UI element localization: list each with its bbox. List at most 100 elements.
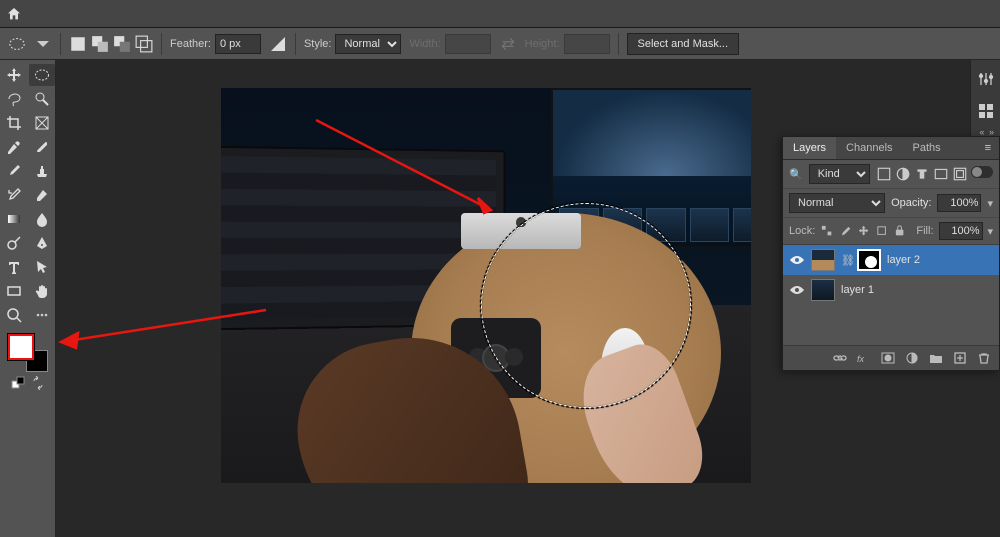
link-layers-icon[interactable] bbox=[833, 351, 847, 365]
history-brush-tool-icon[interactable] bbox=[1, 184, 27, 206]
edit-toolbar-icon[interactable] bbox=[29, 304, 55, 326]
pen-tool-icon[interactable] bbox=[29, 232, 55, 254]
type-tool-icon[interactable] bbox=[1, 256, 27, 278]
filter-kind-select[interactable]: Kind bbox=[809, 164, 870, 184]
style-label: Style: bbox=[304, 38, 332, 50]
application-menubar bbox=[0, 0, 1000, 28]
visibility-toggle-icon[interactable] bbox=[789, 282, 805, 298]
elliptical-marquee-tool-icon[interactable] bbox=[29, 64, 55, 86]
filter-type-icon[interactable] bbox=[914, 166, 930, 182]
layer-name[interactable]: layer 2 bbox=[887, 254, 920, 266]
adjustment-layer-icon[interactable] bbox=[905, 351, 919, 365]
panel-collapse-handle[interactable]: « » bbox=[979, 127, 995, 137]
clone-stamp-tool-icon[interactable] bbox=[29, 160, 55, 182]
layer-list: ⛓ layer 2 layer 1 bbox=[783, 245, 999, 305]
lock-position-icon[interactable] bbox=[857, 224, 870, 238]
lock-transparent-icon[interactable] bbox=[820, 224, 833, 238]
lock-image-icon[interactable] bbox=[839, 224, 852, 238]
delete-layer-icon[interactable] bbox=[977, 351, 991, 365]
select-and-mask-button[interactable]: Select and Mask... bbox=[627, 33, 740, 55]
path-selection-tool-icon[interactable] bbox=[29, 256, 55, 278]
opacity-input[interactable] bbox=[937, 194, 981, 212]
swap-colors-icon[interactable] bbox=[31, 376, 45, 390]
canvas-content bbox=[221, 88, 751, 483]
feather-input[interactable] bbox=[215, 34, 261, 54]
feather-field: Feather: bbox=[170, 34, 261, 54]
filter-pixel-icon[interactable] bbox=[876, 166, 892, 182]
blend-mode-select[interactable]: Normal bbox=[789, 193, 885, 213]
selection-mode-group bbox=[69, 35, 153, 53]
foreground-color-swatch[interactable] bbox=[8, 334, 34, 360]
group-icon[interactable] bbox=[929, 351, 943, 365]
layer-thumbnail[interactable] bbox=[811, 249, 835, 271]
zoom-tool-icon[interactable] bbox=[1, 304, 27, 326]
layers-panel: « » Layers Channels Paths ≡ 🔍 Kind Norma… bbox=[782, 136, 1000, 371]
layer-style-icon[interactable]: fx bbox=[857, 351, 871, 365]
adjustments-dock-icon[interactable] bbox=[977, 70, 995, 88]
brush-tool-icon[interactable] bbox=[1, 160, 27, 182]
opacity-label: Opacity: bbox=[891, 197, 931, 209]
filter-smart-icon[interactable] bbox=[952, 166, 968, 182]
width-label: Width: bbox=[409, 38, 440, 50]
document-canvas[interactable] bbox=[221, 88, 751, 483]
new-selection-icon[interactable] bbox=[69, 35, 87, 53]
styles-dock-icon[interactable] bbox=[977, 102, 995, 120]
hand-tool-icon[interactable] bbox=[29, 280, 55, 302]
layers-panel-footer: fx bbox=[783, 345, 999, 370]
tab-channels[interactable]: Channels bbox=[836, 137, 902, 159]
fill-dropdown-icon[interactable]: ▾ bbox=[988, 225, 994, 238]
separator bbox=[161, 33, 162, 55]
layer-name[interactable]: layer 1 bbox=[841, 284, 874, 296]
subtract-selection-icon[interactable] bbox=[113, 35, 131, 53]
visibility-toggle-icon[interactable] bbox=[789, 252, 805, 268]
lock-artboard-icon[interactable] bbox=[875, 224, 888, 238]
color-swatches bbox=[8, 334, 48, 372]
blend-opacity-row: Normal Opacity: ▾ bbox=[783, 189, 999, 218]
intersect-selection-icon[interactable] bbox=[135, 35, 153, 53]
move-tool-icon[interactable] bbox=[1, 64, 27, 86]
crop-tool-icon[interactable] bbox=[1, 112, 27, 134]
opacity-dropdown-icon[interactable]: ▾ bbox=[987, 197, 993, 210]
tab-layers[interactable]: Layers bbox=[783, 137, 836, 159]
antialias-icon[interactable] bbox=[269, 35, 287, 53]
marquee-selection-indicator bbox=[481, 203, 691, 408]
layer-row[interactable]: ⛓ layer 2 bbox=[783, 245, 999, 275]
eraser-tool-icon[interactable] bbox=[29, 184, 55, 206]
dodge-tool-icon[interactable] bbox=[1, 232, 27, 254]
rectangle-tool-icon[interactable] bbox=[1, 280, 27, 302]
elliptical-marquee-icon[interactable] bbox=[8, 35, 26, 53]
layer-filter-row: 🔍 Kind bbox=[783, 160, 999, 189]
swap-dimensions-icon bbox=[499, 35, 517, 53]
filter-shape-icon[interactable] bbox=[933, 166, 949, 182]
healing-brush-tool-icon[interactable] bbox=[29, 136, 55, 158]
tools-panel bbox=[0, 60, 56, 537]
lock-all-icon[interactable] bbox=[893, 224, 906, 238]
add-mask-icon[interactable] bbox=[881, 351, 895, 365]
options-bar: Feather: Style: Normal Width: Height: Se… bbox=[0, 28, 1000, 60]
tool-preset-dropdown-icon[interactable] bbox=[34, 35, 52, 53]
lasso-tool-icon[interactable] bbox=[1, 88, 27, 110]
layer-mask-thumbnail[interactable] bbox=[857, 249, 881, 271]
layer-row[interactable]: layer 1 bbox=[783, 275, 999, 305]
default-colors-icon[interactable] bbox=[11, 376, 25, 390]
blur-tool-icon[interactable] bbox=[29, 208, 55, 230]
layers-panel-tabs: Layers Channels Paths ≡ bbox=[783, 137, 999, 160]
fill-input[interactable] bbox=[939, 222, 983, 240]
eyedropper-tool-icon[interactable] bbox=[1, 136, 27, 158]
tab-paths[interactable]: Paths bbox=[903, 137, 951, 159]
new-layer-icon[interactable] bbox=[953, 351, 967, 365]
frame-tool-icon[interactable] bbox=[29, 112, 55, 134]
layer-thumbnail[interactable] bbox=[811, 279, 835, 301]
gradient-tool-icon[interactable] bbox=[1, 208, 27, 230]
separator bbox=[60, 33, 61, 55]
fill-label: Fill: bbox=[916, 225, 933, 237]
add-selection-icon[interactable] bbox=[91, 35, 109, 53]
quick-selection-tool-icon[interactable] bbox=[29, 88, 55, 110]
filter-adjustment-icon[interactable] bbox=[895, 166, 911, 182]
filter-toggle-switch[interactable] bbox=[971, 166, 993, 178]
style-select[interactable]: Normal bbox=[335, 34, 401, 54]
panel-menu-icon[interactable]: ≡ bbox=[977, 137, 999, 159]
mask-link-icon[interactable]: ⛓ bbox=[841, 254, 851, 267]
home-icon[interactable] bbox=[6, 6, 22, 22]
width-input bbox=[445, 34, 491, 54]
